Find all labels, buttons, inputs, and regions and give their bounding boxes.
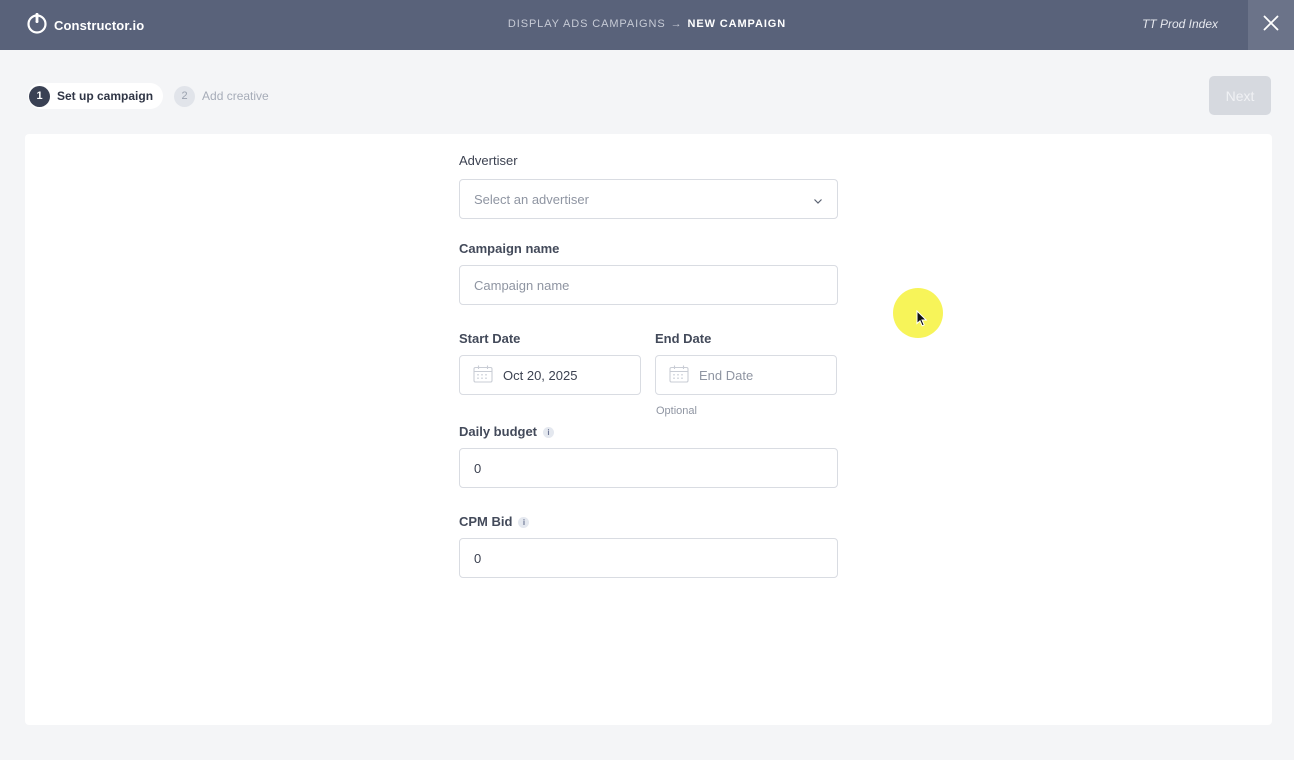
mouse-pointer-icon xyxy=(916,309,928,332)
step-label: Set up campaign xyxy=(57,89,154,103)
advertiser-select[interactable]: Select an advertiser xyxy=(459,179,838,219)
calendar-icon xyxy=(473,365,493,386)
stepper: 1 Set up campaign 2 Add creative xyxy=(28,83,279,109)
end-date-input[interactable]: End Date xyxy=(655,355,837,395)
breadcrumb: DISPLAY ADS CAMPAIGNS → NEW CAMPAIGN xyxy=(0,18,1294,30)
step-number: 1 xyxy=(29,85,50,107)
daily-budget-label: Daily budget i xyxy=(459,424,555,439)
campaign-name-label: Campaign name xyxy=(459,241,560,256)
form-card: Advertiser Select an advertiser Campaign… xyxy=(25,134,1272,725)
index-name: TT Prod Index xyxy=(1141,17,1218,31)
cpm-bid-label: CPM Bid i xyxy=(459,514,530,529)
step-add-creative[interactable]: 2 Add creative xyxy=(173,83,279,109)
top-bar: Constructor.io DISPLAY ADS CAMPAIGNS → NEW… xyxy=(0,0,1294,50)
close-icon xyxy=(1263,15,1279,36)
breadcrumb-display-ads-campaigns[interactable]: DISPLAY ADS CAMPAIGNS xyxy=(508,18,666,30)
breadcrumb-arrow-icon: → xyxy=(670,18,683,30)
cpm-bid-value: 0 xyxy=(474,550,482,566)
step-set-up-campaign[interactable]: 1 Set up campaign xyxy=(28,83,164,109)
daily-budget-label-text: Daily budget xyxy=(459,424,538,439)
next-button[interactable]: Next xyxy=(1209,76,1271,115)
daily-budget-value: 0 xyxy=(474,460,482,476)
end-date-placeholder: End Date xyxy=(699,367,754,383)
daily-budget-input[interactable]: 0 xyxy=(459,448,838,488)
start-date-label: Start Date xyxy=(459,331,521,346)
advertiser-label: Advertiser xyxy=(459,153,518,168)
info-icon[interactable]: i xyxy=(518,517,530,528)
step-label: Add creative xyxy=(202,89,269,103)
chevron-down-icon xyxy=(813,194,823,209)
close-button[interactable] xyxy=(1248,0,1294,50)
end-date-hint: Optional xyxy=(656,405,697,417)
breadcrumb-new-campaign: NEW CAMPAIGN xyxy=(687,18,787,30)
start-date-input[interactable]: Oct 20, 2025 xyxy=(459,355,641,395)
end-date-label: End Date xyxy=(655,331,712,346)
campaign-name-input[interactable]: Campaign name xyxy=(459,265,838,305)
cpm-bid-label-text: CPM Bid xyxy=(459,514,513,529)
advertiser-placeholder: Select an advertiser xyxy=(474,191,589,207)
start-date-value: Oct 20, 2025 xyxy=(503,367,578,383)
info-icon[interactable]: i xyxy=(543,427,555,438)
calendar-icon xyxy=(669,365,689,386)
campaign-name-placeholder: Campaign name xyxy=(474,277,570,293)
step-number: 2 xyxy=(174,85,196,107)
cpm-bid-input[interactable]: 0 xyxy=(459,538,838,578)
